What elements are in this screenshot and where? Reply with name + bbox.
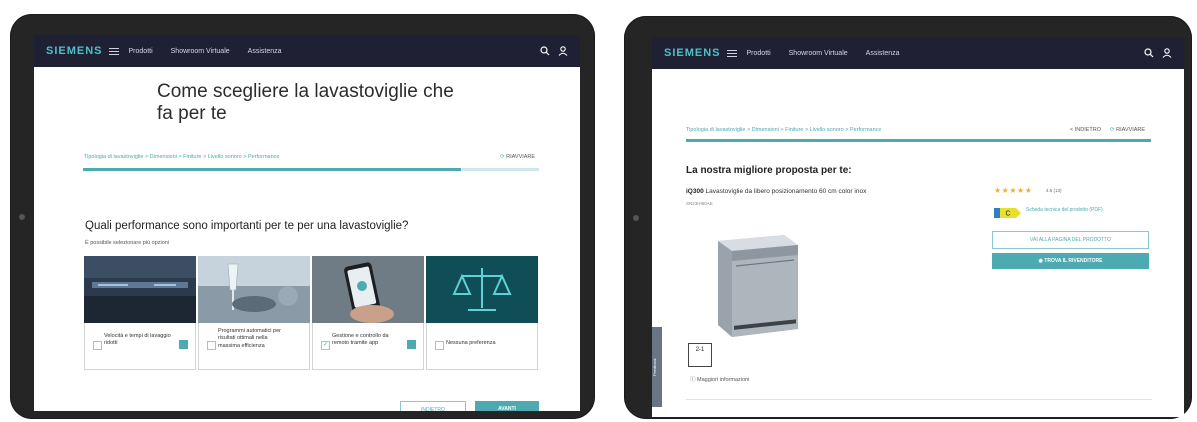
info-icon[interactable]: [407, 340, 416, 349]
product-page-button[interactable]: VAI ALLA PAGINA DEL PRODOTTO: [992, 231, 1149, 249]
search-icon[interactable]: [1144, 48, 1154, 58]
question-heading: Quali performance sono importanti per te…: [85, 220, 409, 232]
breadcrumb[interactable]: Tipologia di lavastoviglie > Dimensioni …: [84, 154, 279, 160]
location-icon: ◉: [1038, 258, 1043, 264]
option-label: Velocità e tempi di lavaggio ridotti: [104, 333, 171, 347]
option-card-no-preference[interactable]: Nessuna preferenza: [426, 256, 538, 371]
breadcrumb[interactable]: Tipologia di lavastoviglie > Dimensioni …: [686, 127, 881, 133]
product-series: iQ300: [686, 188, 704, 195]
progress-bar-fill: [83, 168, 462, 171]
feedback-tab[interactable]: Feedback: [652, 327, 662, 407]
nav-link-assistenza[interactable]: Assistenza: [248, 48, 282, 55]
more-info-label: Maggiori informazioni: [697, 377, 750, 383]
nav-link-prodotti[interactable]: Prodotti: [129, 48, 153, 55]
option-image-programs: [198, 256, 310, 323]
find-dealer-button[interactable]: ◉ TROVA IL RIVENDITORE: [992, 253, 1149, 269]
nav-link-prodotti[interactable]: Prodotti: [747, 50, 771, 57]
back-button[interactable]: INDIETRO: [400, 401, 466, 411]
rating-stars[interactable]: ★★★★★: [994, 186, 1032, 195]
camera-dot: [19, 213, 25, 220]
user-icon[interactable]: [558, 46, 568, 56]
option-body: ✓ Gestione e controllo da remoto tramite…: [312, 323, 424, 370]
energy-class: C: [1005, 211, 1010, 218]
navbar: SIEMENS Prodotti Showroom Virtuale Assis…: [34, 35, 580, 67]
screen-left: SIEMENS Prodotti Showroom Virtuale Assis…: [34, 35, 580, 411]
nav-link-showroom[interactable]: Showroom Virtuale: [789, 50, 848, 57]
option-checkbox[interactable]: [93, 341, 102, 350]
reset-link[interactable]: ⟳ RIAVVIARE: [500, 154, 535, 160]
option-card-speed[interactable]: Velocità e tempi di lavaggio ridotti: [84, 256, 196, 371]
refresh-icon: ⟳: [500, 154, 505, 160]
product-title[interactable]: iQ300 Lavastoviglie da libero posizionam…: [686, 188, 866, 195]
back-link[interactable]: < INDIETRO: [1070, 127, 1101, 133]
reset-link[interactable]: ⟳ RIAVVIARE: [1110, 127, 1145, 133]
camera-dot: [633, 214, 639, 221]
menu-icon[interactable]: [726, 48, 737, 59]
product-code: SN23HI60AE: [686, 201, 713, 206]
option-label: Gestione e controllo da remoto tramite a…: [332, 333, 389, 347]
brand-logo[interactable]: SIEMENS: [664, 47, 721, 59]
option-image-speed: [84, 256, 196, 323]
menu-icon[interactable]: [108, 46, 119, 57]
page-title: Come scegliere la lavastoviglie che fa p…: [157, 81, 454, 124]
product-image[interactable]: [704, 233, 804, 339]
option-checkbox-checked[interactable]: ✓: [321, 341, 330, 350]
progress-bar: [686, 139, 1151, 142]
option-body: Velocità e tempi di lavaggio ridotti: [84, 323, 196, 370]
progress-bar: [83, 168, 539, 171]
info-circle-icon: ⓘ: [690, 377, 696, 383]
option-label: Programmi automatici per risultati ottim…: [218, 328, 281, 349]
option-label: Nessuna preferenza: [446, 340, 496, 346]
product-name: Lavastoviglie da libero posizionamento 6…: [705, 188, 867, 195]
option-card-remote-app[interactable]: ✓ Gestione e controllo da remoto tramite…: [312, 256, 424, 371]
nav-link-assistenza[interactable]: Assistenza: [866, 50, 900, 57]
brand-logo[interactable]: SIEMENS: [46, 45, 103, 57]
screen-right: SIEMENS Prodotti Showroom Virtuale Assis…: [652, 37, 1184, 417]
navbar: SIEMENS Prodotti Showroom Virtuale Assis…: [652, 37, 1184, 69]
search-icon[interactable]: [540, 46, 550, 56]
tablet-left: SIEMENS Prodotti Showroom Virtuale Assis…: [10, 14, 595, 419]
option-checkbox[interactable]: [435, 341, 444, 350]
question-hint: È possibile selezionare più opzioni: [85, 240, 170, 246]
option-card-programs[interactable]: Programmi automatici per risultati ottim…: [198, 256, 310, 371]
reset-label: RIAVVIARE: [1116, 127, 1146, 133]
option-body: Programmi automatici per risultati ottim…: [198, 323, 310, 370]
option-image-remote-app: [312, 256, 424, 323]
refresh-icon: ⟳: [1110, 127, 1115, 133]
reset-label: RIAVVIARE: [506, 154, 536, 160]
option-image-no-preference: [426, 256, 538, 323]
energy-label-icon[interactable]: C: [994, 205, 1022, 218]
divider: [686, 399, 1152, 400]
user-icon[interactable]: [1162, 48, 1172, 58]
dimension-label-text: 2-1: [695, 347, 705, 353]
rating-count[interactable]: 4.6 (13): [1046, 188, 1062, 193]
energy-datasheet-link[interactable]: Scheda tecnica del prodotto (PDF): [1026, 207, 1103, 213]
tablet-right: SIEMENS Prodotti Showroom Virtuale Assis…: [624, 16, 1192, 419]
next-button[interactable]: AVANTI: [475, 401, 539, 411]
dimension-label-icon: 2-1: [688, 343, 712, 367]
nav-link-showroom[interactable]: Showroom Virtuale: [171, 48, 230, 55]
find-dealer-label: TROVA IL RIVENDITORE: [1044, 258, 1103, 264]
progress-bar-fill: [686, 139, 1151, 142]
result-heading: La nostra migliore proposta per te:: [686, 165, 852, 176]
more-info-link[interactable]: ⓘ Maggiori informazioni: [690, 375, 749, 383]
info-icon[interactable]: [179, 340, 188, 349]
option-body: Nessuna preferenza: [426, 323, 538, 370]
option-checkbox[interactable]: [207, 341, 216, 350]
